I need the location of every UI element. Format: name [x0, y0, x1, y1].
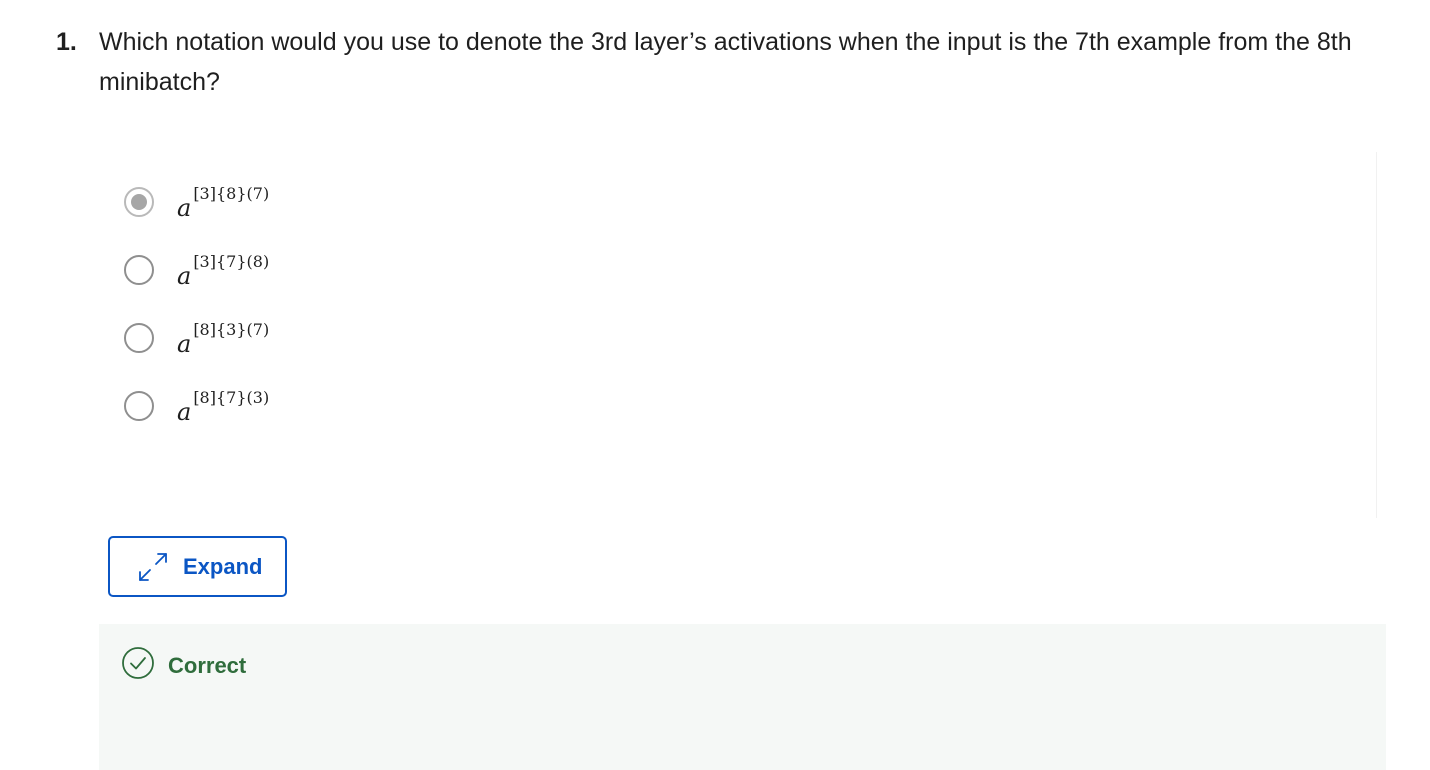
option-2[interactable]: a [3]{7}(8): [124, 250, 269, 290]
question: 1. Which notation would you use to denot…: [56, 22, 1396, 102]
radio-button[interactable]: [124, 255, 154, 285]
option-3[interactable]: a [8]{3}(7): [124, 318, 269, 358]
notation-base: a: [177, 194, 192, 222]
notation-base: a: [177, 330, 192, 358]
radio-button[interactable]: [124, 323, 154, 353]
notation-base: a: [177, 398, 192, 426]
expand-button-label: Expand: [183, 553, 263, 579]
radio-button-selected[interactable]: [124, 187, 154, 217]
option-notation: a [8]{3}(7): [177, 318, 269, 358]
option-notation: a [3]{8}(7): [177, 182, 269, 222]
notation-superscript: [3]{8}(7): [193, 184, 270, 203]
option-1[interactable]: a [3]{8}(7): [124, 182, 269, 222]
option-notation: a [3]{7}(8): [177, 250, 269, 290]
option-notation: a [8]{7}(3): [177, 386, 269, 426]
options-panel: a [3]{8}(7) a [3]{7}(8) a [8]{3}(7) a [8…: [100, 152, 1377, 518]
expand-button[interactable]: Expand: [108, 536, 287, 597]
notation-superscript: [3]{7}(8): [193, 252, 270, 271]
feedback-label: Correct: [168, 652, 247, 678]
feedback-row: Correct: [121, 646, 246, 685]
option-4[interactable]: a [8]{7}(3): [124, 386, 269, 426]
radio-button[interactable]: [124, 391, 154, 421]
question-text: Which notation would you use to denote t…: [99, 28, 1352, 96]
expand-arrows-icon: [136, 550, 170, 584]
check-circle-icon: [121, 646, 155, 685]
question-number: 1.: [56, 28, 77, 56]
notation-base: a: [177, 262, 192, 290]
notation-superscript: [8]{3}(7): [193, 320, 270, 339]
feedback-panel: Correct: [99, 624, 1386, 770]
notation-superscript: [8]{7}(3): [193, 388, 270, 407]
